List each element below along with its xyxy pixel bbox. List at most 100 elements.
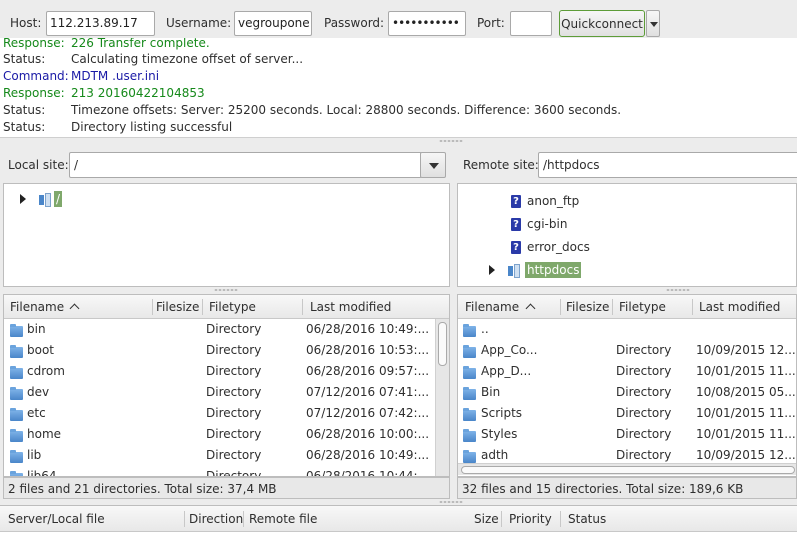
password-label: Password: [324,16,385,30]
remote-site-input[interactable]: /httpdocs [538,152,797,178]
quickconnect-button[interactable]: Quickconnect [559,10,645,37]
question-mark-icon: ? [511,218,521,231]
local-directory-tree[interactable]: / [3,183,450,287]
splitter-handle[interactable] [666,289,690,291]
host-label: Host: [10,16,42,30]
expand-icon[interactable] [489,265,495,275]
column-last-modified[interactable]: Last modified [699,300,780,314]
folder-icon [463,387,476,400]
file-row[interactable]: .. [458,320,796,341]
column-filename[interactable]: Filename [10,300,64,314]
tree-item-httpdocs[interactable]: httpdocs [486,261,636,281]
tree-item-cgi-bin[interactable]: ? cgi-bin [508,215,628,235]
column-last-modified[interactable]: Last modified [310,300,391,314]
folder-icon [10,429,23,442]
column-separator[interactable] [560,299,561,315]
folder-icon [10,324,23,337]
file-row[interactable]: Styles Directory 10/01/2015 11... [458,425,796,446]
file-row[interactable]: boot Directory 06/28/2016 10:53:... [4,341,434,362]
folder-icon [10,450,23,463]
splitter-handle[interactable] [439,501,463,503]
column-separator[interactable] [612,299,613,315]
local-status-line: 2 files and 21 directories. Total size: … [3,477,450,499]
remote-list-hscrollbar[interactable] [458,463,796,475]
file-row[interactable]: bin Directory 06/28/2016 10:49:... [4,320,434,341]
column-direction[interactable]: Direction [189,512,243,526]
file-row[interactable]: Scripts Directory 10/01/2015 11... [458,404,796,425]
username-input[interactable]: vegroupone [234,11,312,36]
column-status[interactable]: Status [568,512,606,526]
column-server-local-file[interactable]: Server/Local file [8,512,105,526]
column-separator[interactable] [202,299,203,315]
file-row[interactable]: Bin Directory 10/08/2015 05... [458,383,796,404]
column-filetype[interactable]: Filetype [209,300,256,314]
tree-item-root[interactable]: / [18,190,98,210]
message-log[interactable]: Response: 226 Transfer complete. Status: C… [0,38,797,138]
column-separator[interactable] [243,511,244,527]
column-filesize[interactable]: Filesize [566,300,609,314]
folder-icon [463,366,476,379]
tree-item-label: anon_ftp [527,194,580,208]
queue-header: Server/Local file Direction Remote file … [0,506,797,532]
column-separator[interactable] [560,511,561,527]
password-input[interactable]: ••••••••••• [388,11,466,36]
folder-icon [463,429,476,442]
tree-item-anon-ftp[interactable]: ? anon_ftp [508,192,628,212]
splitter-handle[interactable] [214,289,238,291]
file-row[interactable]: App_Co... Directory 10/09/2015 12... [458,341,796,362]
folder-icon [10,345,23,358]
file-row[interactable]: home Directory 06/28/2016 10:00:... [4,425,434,446]
folder-open-icon [508,263,522,278]
remote-directory-tree[interactable]: ? anon_ftp ? cgi-bin ? error_docs httpdo… [457,183,797,287]
column-separator[interactable] [152,299,153,315]
column-remote-file[interactable]: Remote file [249,512,317,526]
remote-site-label: Remote site: [463,158,539,172]
tree-item-error-docs[interactable]: ? error_docs [508,238,628,258]
column-size[interactable]: Size [474,512,499,526]
folder-icon [10,408,23,421]
column-separator[interactable] [184,511,185,527]
folder-open-icon [39,192,53,207]
remote-list-header: Filename Filesize Filetype Last modified [458,295,796,319]
file-row[interactable]: cdrom Directory 06/28/2016 09:57:... [4,362,434,383]
scrollbar-thumb[interactable] [438,322,447,366]
column-filename[interactable]: Filename [465,300,519,314]
question-mark-icon: ? [511,195,521,208]
scrollbar-thumb[interactable] [461,466,795,474]
column-separator[interactable] [302,299,303,315]
folder-icon [463,450,476,463]
column-filesize[interactable]: Filesize [156,300,199,314]
folder-icon [463,324,476,337]
folder-icon [10,387,23,400]
local-site-dropdown[interactable] [420,152,446,178]
expand-icon[interactable] [20,194,26,204]
port-input[interactable] [510,11,552,36]
port-label: Port: [477,16,505,30]
local-list-scrollbar[interactable] [435,319,449,476]
column-separator[interactable] [501,511,502,527]
quickconnect-history-dropdown[interactable] [646,10,660,37]
folder-icon [463,408,476,421]
folder-icon [10,366,23,379]
local-file-list[interactable]: Filename Filesize Filetype Last modified… [3,294,450,477]
chevron-down-icon [429,163,439,169]
splitter-handle[interactable] [439,140,463,142]
remote-status-line: 32 files and 15 directories. Total size:… [457,477,797,499]
transfer-queue[interactable]: Server/Local file Direction Remote file … [0,505,797,558]
file-row[interactable]: dev Directory 07/12/2016 07:41:... [4,383,434,404]
local-site-label: Local site: [8,158,69,172]
file-row[interactable]: etc Directory 07/12/2016 07:42:... [4,404,434,425]
column-separator[interactable] [692,299,693,315]
column-filetype[interactable]: Filetype [619,300,666,314]
tree-item-label: / [54,191,63,207]
file-row[interactable]: lib Directory 06/28/2016 10:49:... [4,446,434,467]
host-input[interactable]: 112.213.89.17 [46,11,155,36]
chevron-down-icon [650,22,658,27]
tree-item-label: error_docs [527,240,590,254]
local-site-input[interactable]: / [69,152,422,178]
column-priority[interactable]: Priority [509,512,552,526]
file-row[interactable]: App_D... Directory 10/01/2015 11... [458,362,796,383]
username-label: Username: [166,16,232,30]
remote-file-list[interactable]: Filename Filesize Filetype Last modified… [457,294,797,477]
file-row[interactable]: lib64 Directory 06/28/2016 10:44:... [4,467,434,476]
